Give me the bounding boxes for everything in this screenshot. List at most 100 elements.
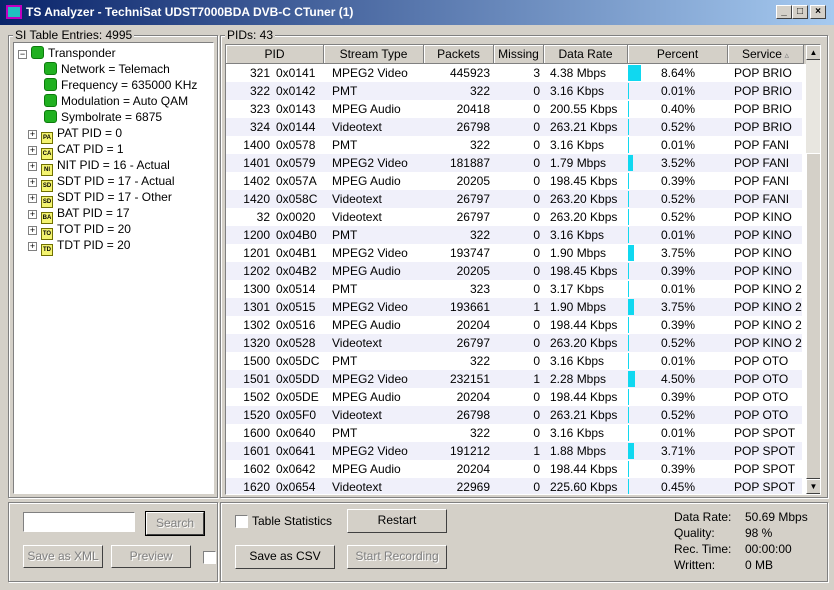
table-row[interactable]: 1320 0x0528 Videotext 26797 0 263.20 Kbps 0.52… (226, 334, 802, 352)
tree-item-label: TDT PID = 20 (57, 238, 131, 252)
tree-item-table[interactable]: + SD SDT PID = 17 - Actual (28, 173, 175, 192)
table-row[interactable]: 1501 0x05DD MPEG2 Video 232151 1 2.28 Mbps 4.5… (226, 370, 802, 388)
grid-vertical-scrollbar[interactable]: ▲ ▼ (806, 45, 820, 494)
expand-icon[interactable]: + (28, 226, 37, 235)
cell-type: PMT (332, 84, 358, 98)
search-button[interactable]: Search (145, 511, 205, 536)
cell-service: POP OTO (734, 354, 789, 368)
save-as-xml-button[interactable]: Save as XML (23, 545, 103, 568)
table-row[interactable]: 323 0x0143 MPEG Audio 20418 0 200.55 Kbps 0.40… (226, 100, 802, 118)
tree-item-property[interactable]: Modulation = Auto QAM (44, 93, 188, 109)
cell-hex: 0x0144 (276, 120, 316, 134)
cell-type: MPEG2 Video (332, 372, 408, 386)
cell-hex: 0x0143 (276, 102, 316, 116)
tree-item-property[interactable]: Network = Telemach (44, 61, 170, 77)
table-row[interactable]: 322 0x0142 PMT 322 0 3.16 Kbps 0.01% POP BRIO (226, 82, 802, 100)
cell-packets: 26798 (456, 408, 490, 422)
tree-item-table[interactable]: + CA CAT PID = 1 (28, 141, 124, 160)
cell-type: PMT (332, 354, 358, 368)
column-header[interactable]: Stream Type (324, 45, 424, 64)
table-row[interactable]: 1620 0x0654 Videotext 22969 0 225.60 Kbps 0.45… (226, 478, 802, 494)
table-row[interactable]: 324 0x0144 Videotext 26798 0 263.21 Kbps 0.52%… (226, 118, 802, 136)
cell-percent: 3.52% (660, 156, 696, 170)
table-row[interactable]: 1600 0x0640 PMT 322 0 3.16 Kbps 0.01% POP SPOT (226, 424, 802, 442)
title-bar[interactable]: TS Analyzer - TechniSat UDST7000BDA DVB-… (0, 0, 834, 25)
tree-item-table[interactable]: + PA PAT PID = 0 (28, 125, 122, 144)
table-statistics-checkbox[interactable] (235, 515, 248, 528)
search-input[interactable] (23, 512, 135, 532)
window-title: TS Analyzer - TechniSat UDST7000BDA DVB-… (26, 5, 354, 19)
cell-service: POP KINO 2 (734, 300, 802, 314)
pid-grid[interactable]: PID Stream Type Packets Missing Data Rate Per… (225, 44, 821, 495)
tree-item-property[interactable]: Frequency = 635000 KHz (44, 77, 197, 93)
app-icon (6, 5, 22, 19)
column-header[interactable]: Percent (628, 45, 728, 64)
table-row[interactable]: 1300 0x0514 PMT 323 0 3.17 Kbps 0.01% POP KINO … (226, 280, 802, 298)
scroll-down-arrow-icon[interactable]: ▼ (806, 479, 820, 494)
scroll-thumb[interactable] (806, 153, 820, 479)
cell-type: MPEG Audio (332, 318, 401, 332)
expand-icon[interactable]: + (28, 242, 37, 251)
table-row[interactable]: 1400 0x0578 PMT 322 0 3.16 Kbps 0.01% POP FANI (226, 136, 802, 154)
cell-service: POP SPOT (734, 480, 796, 494)
tree-item-table[interactable]: + BA BAT PID = 17 (28, 205, 130, 224)
cell-packets: 181887 (449, 156, 490, 170)
table-row[interactable]: 1202 0x04B2 MPEG Audio 20205 0 198.45 Kbps 0.3… (226, 262, 802, 280)
table-row[interactable]: 1200 0x04B0 PMT 322 0 3.16 Kbps 0.01% POP KINO (226, 226, 802, 244)
expand-icon[interactable]: + (28, 162, 37, 171)
cell-rate: 198.44 Kbps (550, 462, 618, 476)
table-row[interactable]: 1502 0x05DE MPEG Audio 20204 0 198.44 Kbps 0.3… (226, 388, 802, 406)
table-row[interactable]: 321 0x0141 MPEG2 Video 445923 3 4.38 Mbps 8.64… (226, 64, 802, 82)
table-row[interactable]: 1201 0x04B1 MPEG2 Video 193747 0 1.90 Mbps 3.7… (226, 244, 802, 262)
cell-service: POP BRIO (734, 84, 792, 98)
table-row[interactable]: 32 0x0020 Videotext 26797 0 263.20 Kbps 0.52% P… (226, 208, 802, 226)
cell-missing: 0 (533, 192, 540, 206)
si-tree-view[interactable]: − Transponder Network = Telemach Frequency … (13, 42, 214, 494)
cell-hex: 0x0578 (276, 138, 316, 152)
restart-button[interactable]: Restart (347, 509, 447, 533)
table-row[interactable]: 1301 0x0515 MPEG2 Video 193661 1 1.90 Mbps 3.7… (226, 298, 802, 316)
stat-value: 98 % (745, 526, 773, 540)
left-extra-checkbox[interactable] (203, 551, 216, 564)
preview-button[interactable]: Preview (111, 545, 191, 568)
start-recording-button[interactable]: Start Recording (347, 545, 447, 569)
table-row[interactable]: 1302 0x0516 MPEG Audio 20204 0 198.44 Kbps 0.3… (226, 316, 802, 334)
cell-service: POP KINO 2 (734, 282, 802, 296)
tree-item-property[interactable]: Symbolrate = 6875 (44, 109, 162, 125)
expand-icon[interactable]: + (28, 146, 37, 155)
cell-packets: 191212 (449, 444, 490, 458)
tree-item-table[interactable]: + TO TOT PID = 20 (28, 221, 131, 240)
expand-icon[interactable]: + (28, 194, 37, 203)
expand-icon[interactable]: + (28, 178, 37, 187)
table-row[interactable]: 1500 0x05DC PMT 322 0 3.16 Kbps 0.01% POP OTO (226, 352, 802, 370)
column-header[interactable]: PID (226, 45, 324, 64)
cell-service: POP SPOT (734, 444, 796, 458)
table-row[interactable]: 1520 0x05F0 Videotext 26798 0 263.21 Kbps 0.52… (226, 406, 802, 424)
tree-item-label: Frequency = 635000 KHz (61, 78, 198, 92)
column-header[interactable]: Data Rate (544, 45, 628, 64)
table-row[interactable]: 1401 0x0579 MPEG2 Video 181887 0 1.79 Mbps 3.5… (226, 154, 802, 172)
table-row[interactable]: 1601 0x0641 MPEG2 Video 191212 1 1.88 Mbps 3.7… (226, 442, 802, 460)
cell-percent: 0.39% (660, 318, 696, 332)
collapse-icon[interactable]: − (18, 50, 27, 59)
expand-icon[interactable]: + (28, 210, 37, 219)
close-button[interactable]: × (810, 5, 826, 19)
tree-item-table[interactable]: + NI NIT PID = 16 - Actual (28, 157, 170, 176)
table-row[interactable]: 1402 0x057A MPEG Audio 20205 0 198.45 Kbps 0.3… (226, 172, 802, 190)
table-row[interactable]: 1420 0x058C Videotext 26797 0 263.20 Kbps 0.52… (226, 190, 802, 208)
column-header-label: Service (741, 47, 782, 61)
scroll-up-arrow-icon[interactable]: ▲ (806, 45, 820, 60)
save-as-csv-button[interactable]: Save as CSV (235, 545, 335, 569)
expand-icon[interactable]: + (28, 130, 37, 139)
tree-item-table[interactable]: + SD SDT PID = 17 - Other (28, 189, 172, 208)
maximize-button[interactable]: □ (792, 5, 808, 19)
column-header[interactable]: Missing (494, 45, 544, 64)
column-header[interactable]: Packets (424, 45, 494, 64)
tree-item-table[interactable]: + TD TDT PID = 20 (28, 237, 131, 256)
minimize-button[interactable]: _ (776, 5, 792, 19)
cell-service: POP OTO (734, 372, 789, 386)
table-row[interactable]: 1602 0x0642 MPEG Audio 20204 0 198.44 Kbps 0.3… (226, 460, 802, 478)
column-header[interactable]: Service ▵ (728, 45, 804, 64)
cell-percent: 3.75% (660, 300, 696, 314)
tree-item-transponder[interactable]: − Transponder (18, 45, 116, 61)
